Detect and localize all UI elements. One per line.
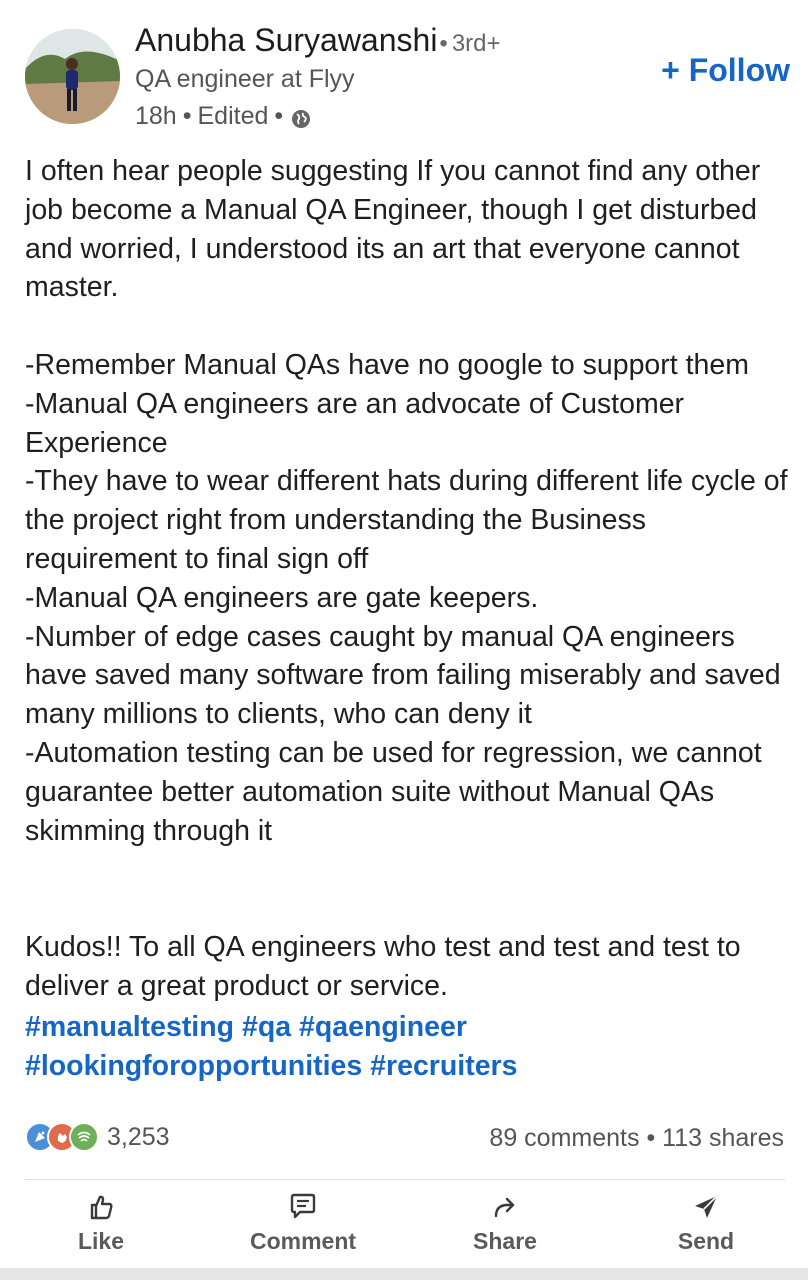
shares-count[interactable]: 113 shares <box>662 1124 784 1152</box>
comment-share-counts: 89 comments • 113 shares <box>489 1124 784 1153</box>
post-point: -Number of edge cases caught by manual Q… <box>25 620 781 731</box>
send-icon <box>691 1190 721 1224</box>
post-header: Anubha Suryawanshi• 3rd+ QA engineer at F… <box>0 0 808 140</box>
post-point: -Automation testing can be used for regr… <box>25 736 762 847</box>
action-bar: Like Comment Share Send <box>0 1190 808 1260</box>
bottom-bar <box>0 1268 808 1280</box>
reactions-summary[interactable]: 3,253 <box>25 1122 170 1152</box>
social-counts: 3,253 89 comments • 113 shares <box>0 1116 808 1160</box>
post-point: -Manual QA engineers are gate keepers. <box>25 581 539 614</box>
degree-separator: • <box>439 30 448 57</box>
post-point: -Remember Manual QAs have no google to s… <box>25 348 749 381</box>
comment-label: Comment <box>249 1228 357 1254</box>
share-button[interactable]: Share <box>435 1190 575 1260</box>
post-closing: Kudos!! To all QA engineers who test and… <box>25 930 741 1002</box>
hashtags: #manualtesting #qa #qaengineer #lookingf… <box>25 1008 795 1086</box>
divider <box>25 1179 785 1180</box>
send-label: Send <box>677 1228 735 1254</box>
share-arrow-icon <box>490 1190 520 1224</box>
hashtag-link[interactable]: #qaengineer <box>299 1011 467 1043</box>
comment-icon <box>287 1190 319 1224</box>
thumbs-up-icon <box>86 1190 116 1224</box>
edited-label: Edited <box>197 102 269 130</box>
globe-icon <box>291 107 311 128</box>
like-label: Like <box>77 1228 125 1254</box>
counts-dot: • <box>646 1124 656 1152</box>
comment-button[interactable]: Comment <box>233 1190 373 1260</box>
hashtag-link[interactable]: #recruiters <box>370 1050 517 1082</box>
insightful-icon <box>69 1122 99 1152</box>
author-avatar[interactable] <box>25 29 120 124</box>
post-time: 18h <box>135 102 177 130</box>
post-point: -They have to wear different hats during… <box>25 465 788 575</box>
post-intro: I often hear people suggesting If you ca… <box>25 155 761 304</box>
connection-degree: 3rd+ <box>451 30 501 57</box>
post-body: I often hear people suggesting If you ca… <box>25 152 795 1006</box>
like-button[interactable]: Like <box>31 1190 171 1260</box>
share-label: Share <box>473 1228 537 1254</box>
meta-dot: • <box>274 102 284 130</box>
avatar-photo <box>25 29 120 124</box>
follow-button[interactable]: + Follow <box>661 52 790 89</box>
send-button[interactable]: Send <box>636 1190 776 1260</box>
hashtag-link[interactable]: #qa <box>242 1011 291 1043</box>
reaction-count: 3,253 <box>107 1122 170 1151</box>
meta-dot: • <box>182 102 192 130</box>
author-headline: QA engineer at Flyy <box>135 65 355 93</box>
hashtag-link[interactable]: #lookingforopportunities <box>25 1050 362 1082</box>
post-point: -Manual QA engineers are an advocate of … <box>25 387 685 459</box>
hashtag-link[interactable]: #manualtesting <box>25 1011 234 1043</box>
comments-count[interactable]: 89 comments <box>489 1124 639 1152</box>
author-name[interactable]: Anubha Suryawanshi <box>135 22 437 58</box>
post-meta: 18h • Edited • <box>135 102 311 131</box>
author-name-line[interactable]: Anubha Suryawanshi• 3rd+ <box>135 22 501 59</box>
